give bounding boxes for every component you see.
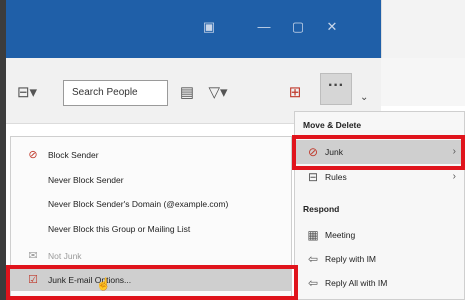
more-options-button[interactable]: ···	[320, 73, 352, 105]
rules-label: Rules	[325, 172, 347, 182]
address-book-button-icon[interactable]: ▤	[178, 82, 196, 104]
menu-item-label: Never Block this Group or Mailing List	[48, 224, 191, 234]
respond-header: Respond	[303, 204, 340, 214]
not-junk-icon: ✉	[28, 250, 38, 262]
reply-im-icon: ⇦	[307, 252, 319, 266]
mouse-cursor-icon: ☝	[96, 277, 111, 291]
address-book-icon[interactable]: ⊟▾	[12, 82, 42, 104]
menu-item-label: Junk E-mail Options...	[48, 275, 132, 285]
rules-icon: ⊟	[307, 170, 319, 184]
menu-item-label: Not Junk	[48, 251, 82, 261]
meeting-menu-item[interactable]: ▦ Meeting	[295, 223, 464, 247]
block-sender-item[interactable]: ⊘ Block Sender	[11, 144, 291, 166]
restore-icon[interactable]: ▢	[288, 17, 308, 37]
menu-item-label: Never Block Sender's Domain (@example.co…	[48, 199, 229, 209]
filter-email-icon[interactable]: ▽▾	[203, 82, 233, 104]
reply-im-label: Reply with IM	[325, 254, 377, 264]
chevron-right-icon: ›	[452, 171, 456, 182]
not-junk-item: ✉ Not Junk	[11, 245, 291, 267]
junk-menu-item[interactable]: ⊘ Junk ›	[295, 140, 464, 164]
rules-menu-item[interactable]: ⊟ Rules ›	[295, 165, 464, 189]
junk-email-options-item[interactable]: ☑ Junk E-mail Options...	[11, 269, 291, 291]
block-sender-icon: ⊘	[28, 149, 38, 161]
search-people-input[interactable]: Search People	[63, 80, 168, 106]
background-window	[381, 0, 465, 58]
apps-add-icon[interactable]: ⊞	[283, 82, 307, 104]
menu-item-label: Block Sender	[48, 150, 99, 160]
chevron-right-icon: ›	[452, 146, 456, 157]
ribbon-display-options-icon[interactable]: ▣	[199, 17, 219, 37]
meeting-label: Meeting	[325, 230, 356, 240]
junk-label: Junk	[325, 147, 343, 157]
minimize-icon[interactable]: —	[254, 17, 274, 37]
reply-all-im-icon: ⇦	[307, 276, 319, 290]
junk-icon: ⊘	[307, 145, 319, 159]
menu-item-label: Never Block Sender	[48, 175, 124, 185]
never-block-domain-item[interactable]: Never Block Sender's Domain (@example.co…	[11, 193, 291, 215]
never-block-group-item[interactable]: Never Block this Group or Mailing List	[11, 218, 291, 240]
reply-all-im-menu-item[interactable]: ⇦ Reply All with IM	[295, 271, 464, 295]
junk-options-icon: ☑	[28, 274, 38, 286]
meeting-icon: ▦	[307, 228, 319, 242]
reply-im-menu-item[interactable]: ⇦ Reply with IM	[295, 247, 464, 271]
never-block-sender-item[interactable]: Never Block Sender	[11, 169, 291, 191]
junk-submenu: ⊘ Block Sender Never Block Sender Never …	[10, 136, 292, 300]
ribbon-extension	[381, 58, 465, 106]
move-delete-header: Move & Delete	[303, 120, 362, 130]
reply-all-im-label: Reply All with IM	[325, 278, 388, 288]
chevron-down-icon[interactable]: ⌄	[360, 92, 368, 103]
context-menu: Move & Delete ⊘ Junk › ⊟ Rules › Respond…	[294, 111, 465, 300]
close-icon[interactable]: ✕	[322, 17, 342, 37]
